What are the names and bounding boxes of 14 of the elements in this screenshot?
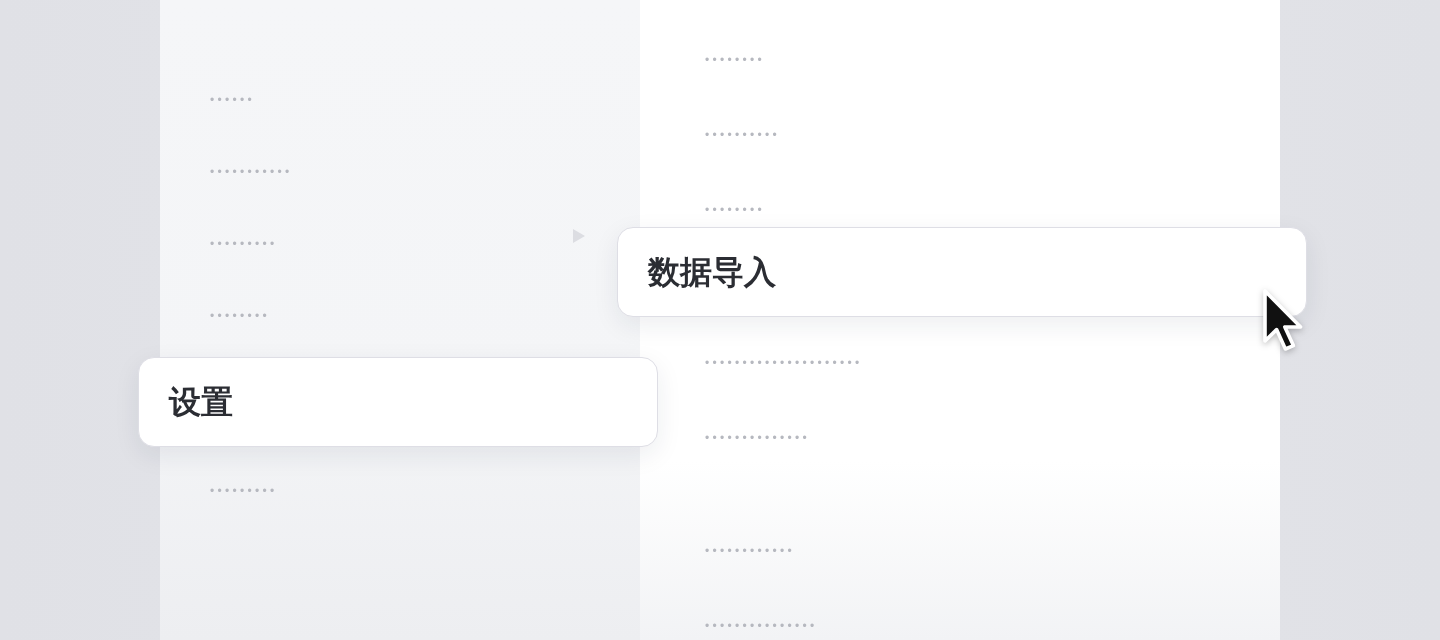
- list-item[interactable]: ••••••••••••: [705, 544, 795, 557]
- list-item[interactable]: ••••••••: [705, 203, 765, 216]
- sidebar-item[interactable]: ••••••••: [210, 310, 270, 322]
- sidebar-item[interactable]: •••••••••••: [210, 166, 293, 178]
- list-item[interactable]: ••••••••••••••: [705, 431, 811, 444]
- list-item[interactable]: ••••••••••: [705, 128, 780, 141]
- list-item[interactable]: •••••••••••••••••••••: [705, 356, 863, 369]
- sidebar-item[interactable]: ••••••: [210, 94, 255, 106]
- sidebar-item[interactable]: •••••••••: [210, 485, 278, 497]
- sidebar-item[interactable]: •••••••••: [210, 238, 278, 250]
- list-item[interactable]: 数据导入: [617, 227, 1307, 317]
- sidebar-item[interactable]: 设置: [138, 357, 658, 447]
- list-item[interactable]: •••••••••••••••: [705, 619, 818, 632]
- list-item[interactable]: ••••••••: [705, 53, 765, 66]
